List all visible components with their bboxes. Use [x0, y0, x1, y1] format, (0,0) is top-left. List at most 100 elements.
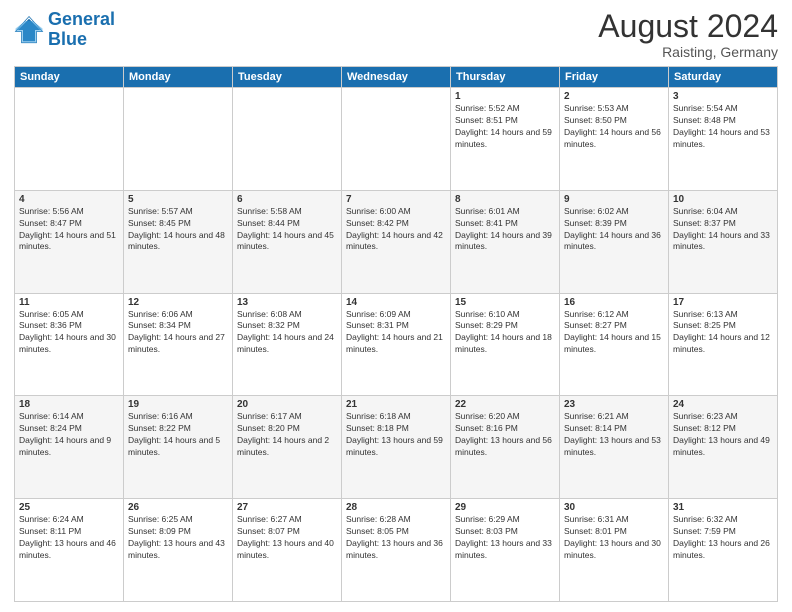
info-line: Daylight: 14 hours and 21 minutes.: [346, 332, 446, 356]
calendar-cell: 24Sunrise: 6:23 AMSunset: 8:12 PMDayligh…: [669, 396, 778, 499]
calendar-cell: [233, 88, 342, 191]
info-line: Daylight: 14 hours and 48 minutes.: [128, 230, 228, 254]
calendar-cell: 13Sunrise: 6:08 AMSunset: 8:32 PMDayligh…: [233, 293, 342, 396]
day-number: 7: [346, 194, 446, 205]
logo-blue: Blue: [48, 29, 87, 49]
day-number: 31: [673, 502, 773, 513]
info-line: Sunrise: 6:25 AM: [128, 514, 228, 526]
info-line: Daylight: 13 hours and 56 minutes.: [455, 435, 555, 459]
info-line: Daylight: 13 hours and 59 minutes.: [346, 435, 446, 459]
calendar-cell: 9Sunrise: 6:02 AMSunset: 8:39 PMDaylight…: [560, 190, 669, 293]
day-number: 26: [128, 502, 228, 513]
calendar-cell: [342, 88, 451, 191]
day-info: Sunrise: 6:08 AMSunset: 8:32 PMDaylight:…: [237, 309, 337, 357]
main-title: August 2024: [598, 10, 778, 42]
info-line: Sunrise: 5:56 AM: [19, 206, 119, 218]
day-info: Sunrise: 6:28 AMSunset: 8:05 PMDaylight:…: [346, 514, 446, 562]
week-row-2: 4Sunrise: 5:56 AMSunset: 8:47 PMDaylight…: [15, 190, 778, 293]
day-number: 23: [564, 399, 664, 410]
info-line: Sunset: 8:45 PM: [128, 218, 228, 230]
day-info: Sunrise: 6:31 AMSunset: 8:01 PMDaylight:…: [564, 514, 664, 562]
logo-icon: [14, 15, 44, 45]
info-line: Sunrise: 6:32 AM: [673, 514, 773, 526]
day-info: Sunrise: 6:18 AMSunset: 8:18 PMDaylight:…: [346, 411, 446, 459]
day-number: 18: [19, 399, 119, 410]
info-line: Sunset: 8:11 PM: [19, 526, 119, 538]
day-info: Sunrise: 6:14 AMSunset: 8:24 PMDaylight:…: [19, 411, 119, 459]
info-line: Sunrise: 6:05 AM: [19, 309, 119, 321]
info-line: Sunrise: 6:17 AM: [237, 411, 337, 423]
info-line: Sunset: 8:14 PM: [564, 423, 664, 435]
day-info: Sunrise: 6:00 AMSunset: 8:42 PMDaylight:…: [346, 206, 446, 254]
calendar-cell: 11Sunrise: 6:05 AMSunset: 8:36 PMDayligh…: [15, 293, 124, 396]
info-line: Sunrise: 6:21 AM: [564, 411, 664, 423]
info-line: Sunset: 8:34 PM: [128, 320, 228, 332]
info-line: Sunrise: 6:28 AM: [346, 514, 446, 526]
info-line: Sunrise: 5:54 AM: [673, 103, 773, 115]
info-line: Sunrise: 5:52 AM: [455, 103, 555, 115]
calendar-cell: 27Sunrise: 6:27 AMSunset: 8:07 PMDayligh…: [233, 499, 342, 602]
day-info: Sunrise: 6:23 AMSunset: 8:12 PMDaylight:…: [673, 411, 773, 459]
info-line: Daylight: 14 hours and 5 minutes.: [128, 435, 228, 459]
day-number: 12: [128, 297, 228, 308]
day-info: Sunrise: 6:32 AMSunset: 7:59 PMDaylight:…: [673, 514, 773, 562]
day-info: Sunrise: 5:53 AMSunset: 8:50 PMDaylight:…: [564, 103, 664, 151]
info-line: Sunset: 8:29 PM: [455, 320, 555, 332]
info-line: Sunset: 8:41 PM: [455, 218, 555, 230]
calendar-cell: 16Sunrise: 6:12 AMSunset: 8:27 PMDayligh…: [560, 293, 669, 396]
page: General Blue August 2024 Raisting, Germa…: [0, 0, 792, 612]
info-line: Sunset: 8:22 PM: [128, 423, 228, 435]
info-line: Sunrise: 6:09 AM: [346, 309, 446, 321]
day-info: Sunrise: 6:27 AMSunset: 8:07 PMDaylight:…: [237, 514, 337, 562]
info-line: Daylight: 14 hours and 33 minutes.: [673, 230, 773, 254]
col-thursday: Thursday: [451, 67, 560, 88]
info-line: Sunset: 8:37 PM: [673, 218, 773, 230]
calendar-cell: 29Sunrise: 6:29 AMSunset: 8:03 PMDayligh…: [451, 499, 560, 602]
info-line: Daylight: 13 hours and 26 minutes.: [673, 538, 773, 562]
col-sunday: Sunday: [15, 67, 124, 88]
week-row-4: 18Sunrise: 6:14 AMSunset: 8:24 PMDayligh…: [15, 396, 778, 499]
info-line: Sunrise: 6:06 AM: [128, 309, 228, 321]
day-info: Sunrise: 5:54 AMSunset: 8:48 PMDaylight:…: [673, 103, 773, 151]
info-line: Daylight: 13 hours and 30 minutes.: [564, 538, 664, 562]
logo-text: General Blue: [48, 10, 115, 50]
day-number: 20: [237, 399, 337, 410]
calendar-cell: 8Sunrise: 6:01 AMSunset: 8:41 PMDaylight…: [451, 190, 560, 293]
info-line: Daylight: 14 hours and 24 minutes.: [237, 332, 337, 356]
day-info: Sunrise: 5:52 AMSunset: 8:51 PMDaylight:…: [455, 103, 555, 151]
day-info: Sunrise: 6:04 AMSunset: 8:37 PMDaylight:…: [673, 206, 773, 254]
info-line: Sunrise: 6:20 AM: [455, 411, 555, 423]
calendar-cell: 2Sunrise: 5:53 AMSunset: 8:50 PMDaylight…: [560, 88, 669, 191]
day-number: 1: [455, 91, 555, 102]
calendar-cell: 14Sunrise: 6:09 AMSunset: 8:31 PMDayligh…: [342, 293, 451, 396]
day-number: 30: [564, 502, 664, 513]
day-number: 21: [346, 399, 446, 410]
info-line: Daylight: 14 hours and 51 minutes.: [19, 230, 119, 254]
day-number: 13: [237, 297, 337, 308]
info-line: Sunset: 8:48 PM: [673, 115, 773, 127]
day-info: Sunrise: 6:20 AMSunset: 8:16 PMDaylight:…: [455, 411, 555, 459]
day-number: 29: [455, 502, 555, 513]
info-line: Sunrise: 6:01 AM: [455, 206, 555, 218]
info-line: Sunrise: 6:18 AM: [346, 411, 446, 423]
calendar-cell: 10Sunrise: 6:04 AMSunset: 8:37 PMDayligh…: [669, 190, 778, 293]
col-tuesday: Tuesday: [233, 67, 342, 88]
day-info: Sunrise: 6:17 AMSunset: 8:20 PMDaylight:…: [237, 411, 337, 459]
info-line: Sunset: 8:27 PM: [564, 320, 664, 332]
day-info: Sunrise: 5:58 AMSunset: 8:44 PMDaylight:…: [237, 206, 337, 254]
info-line: Sunset: 8:31 PM: [346, 320, 446, 332]
col-monday: Monday: [124, 67, 233, 88]
day-info: Sunrise: 6:24 AMSunset: 8:11 PMDaylight:…: [19, 514, 119, 562]
info-line: Daylight: 14 hours and 39 minutes.: [455, 230, 555, 254]
info-line: Sunset: 8:20 PM: [237, 423, 337, 435]
day-info: Sunrise: 6:16 AMSunset: 8:22 PMDaylight:…: [128, 411, 228, 459]
day-number: 17: [673, 297, 773, 308]
info-line: Daylight: 13 hours and 46 minutes.: [19, 538, 119, 562]
logo: General Blue: [14, 10, 115, 50]
calendar-cell: 6Sunrise: 5:58 AMSunset: 8:44 PMDaylight…: [233, 190, 342, 293]
calendar-cell: 18Sunrise: 6:14 AMSunset: 8:24 PMDayligh…: [15, 396, 124, 499]
info-line: Sunset: 8:18 PM: [346, 423, 446, 435]
info-line: Sunset: 8:12 PM: [673, 423, 773, 435]
day-number: 24: [673, 399, 773, 410]
info-line: Daylight: 14 hours and 18 minutes.: [455, 332, 555, 356]
